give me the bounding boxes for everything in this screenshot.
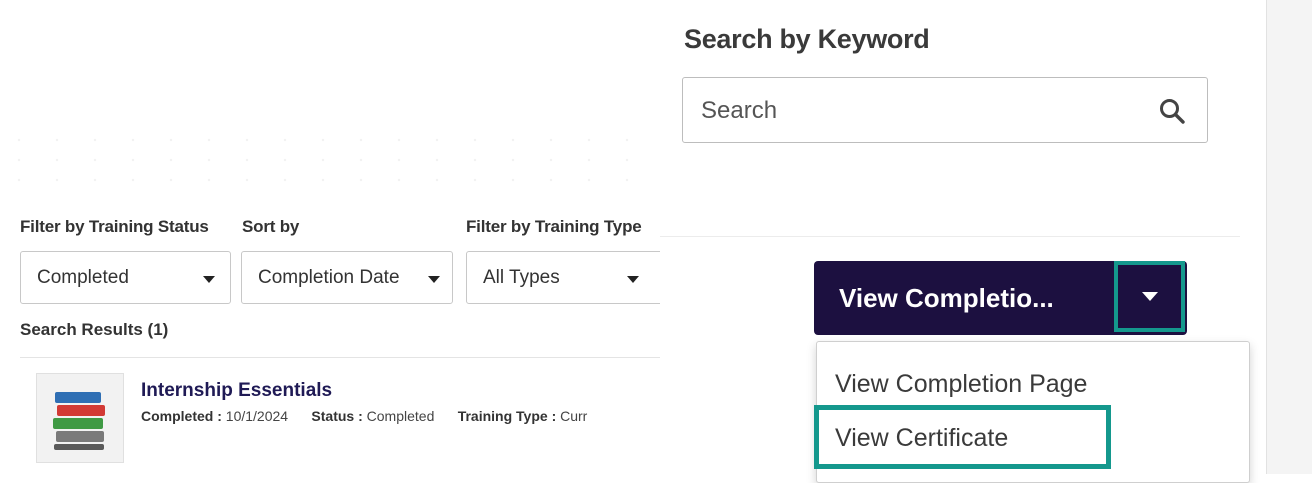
search-input[interactable] bbox=[699, 90, 1123, 132]
training-type-label: Training Type : bbox=[457, 408, 557, 424]
result-meta: Completed : 10/1/2024 Status : Completed… bbox=[141, 408, 587, 424]
search-box[interactable] bbox=[682, 77, 1208, 143]
training-type-value: Curr bbox=[560, 408, 588, 424]
status-label: Status : bbox=[311, 408, 363, 424]
search-icon[interactable] bbox=[1159, 98, 1185, 124]
completed-label: Completed : bbox=[141, 408, 222, 424]
result-card[interactable]: Internship Essentials Completed : 10/1/2… bbox=[20, 357, 660, 468]
search-keyword-title: Search by Keyword bbox=[684, 24, 930, 54]
dropdown-toggle-button[interactable] bbox=[1114, 261, 1185, 332]
caret-down-icon bbox=[1142, 292, 1158, 301]
books-icon bbox=[36, 373, 124, 463]
right-gutter bbox=[1266, 0, 1312, 474]
menu-item-view-completion-page[interactable]: View Completion Page bbox=[817, 356, 1249, 412]
certificate-highlight-box bbox=[814, 405, 1111, 469]
view-completion-split-button[interactable]: View Completio... bbox=[814, 261, 1187, 335]
result-title[interactable]: Internship Essentials bbox=[141, 380, 332, 402]
view-completion-button[interactable]: View Completio... bbox=[814, 261, 1116, 335]
results-clip: Internship Essentials Completed : 10/1/2… bbox=[0, 200, 660, 474]
status-value: Completed bbox=[366, 408, 435, 424]
background-dots bbox=[0, 130, 640, 190]
completed-value: 10/1/2024 bbox=[225, 408, 289, 424]
